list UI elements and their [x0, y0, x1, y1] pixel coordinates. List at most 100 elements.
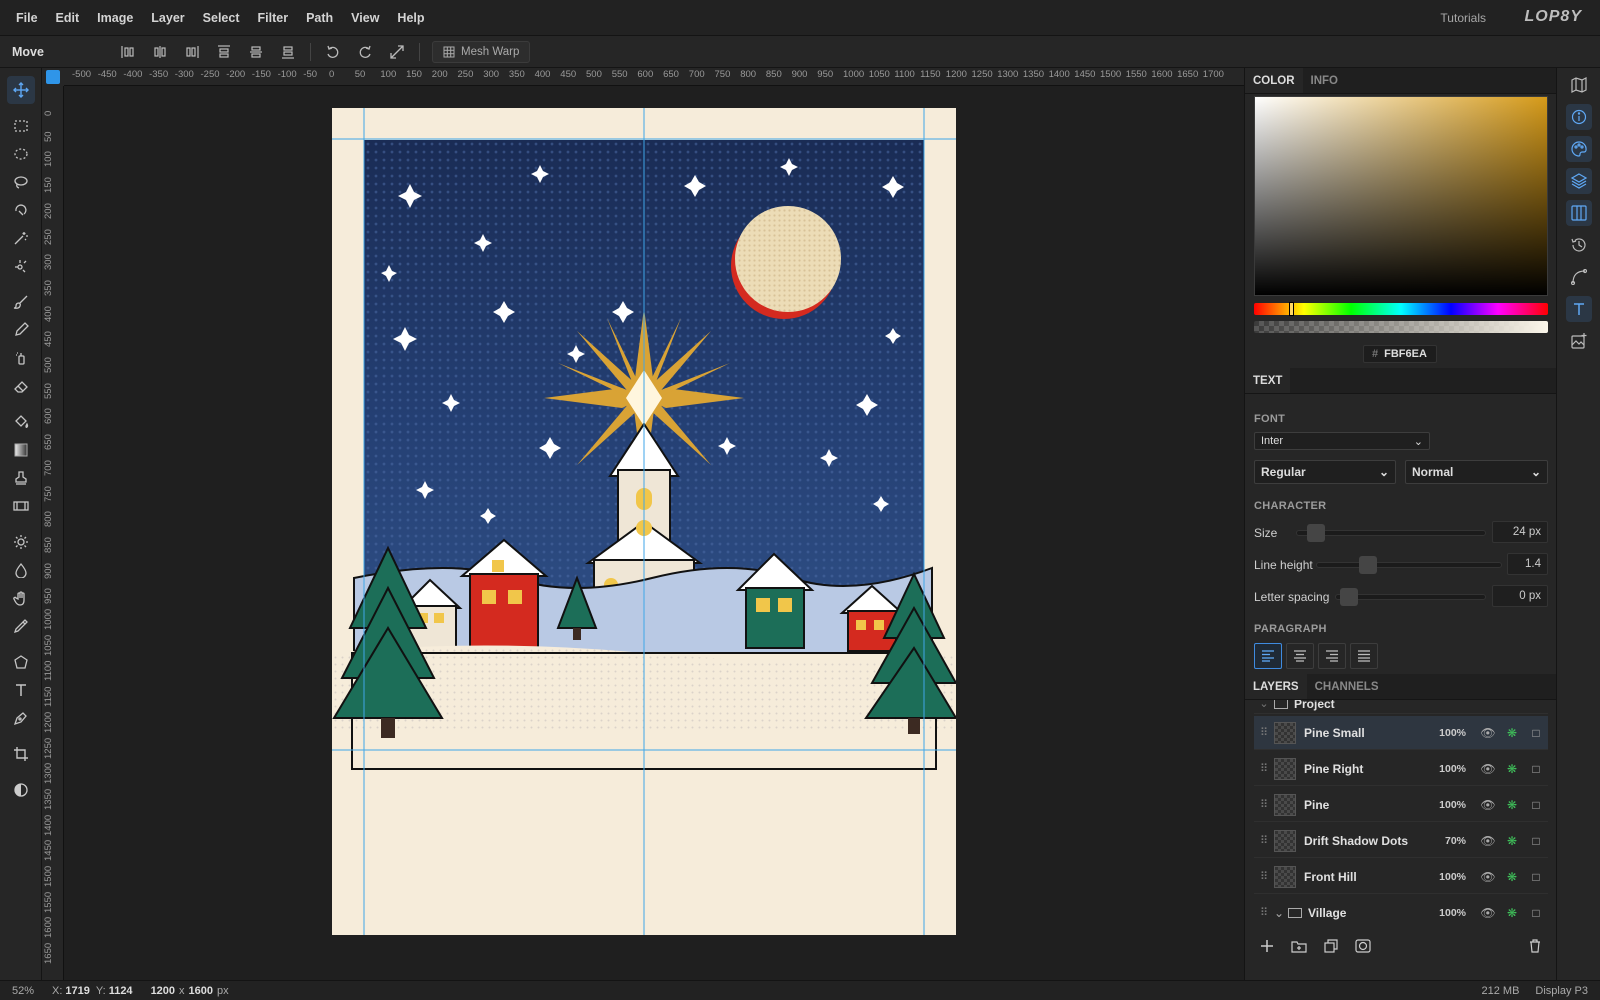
- effects-icon[interactable]: ❋: [1500, 906, 1524, 920]
- type-tool-icon[interactable]: [7, 676, 35, 704]
- size-slider-handle[interactable]: [1307, 524, 1325, 542]
- effects-icon[interactable]: ❋: [1500, 798, 1524, 812]
- alpha-slider[interactable]: [1254, 321, 1548, 333]
- brush-icon[interactable]: [7, 288, 35, 316]
- mesh-warp-button[interactable]: Mesh Warp: [432, 40, 531, 63]
- eye-icon[interactable]: 👁: [1476, 762, 1500, 776]
- layer-group-row[interactable]: ⌄ Project: [1254, 700, 1548, 714]
- blur-drop-icon[interactable]: [7, 556, 35, 584]
- rotate-right-icon[interactable]: [349, 39, 381, 65]
- dodge-icon[interactable]: [7, 528, 35, 556]
- eye-icon[interactable]: 👁: [1476, 870, 1500, 884]
- lock-icon[interactable]: □: [1524, 870, 1548, 884]
- drag-handle-icon[interactable]: ⠿: [1254, 798, 1274, 811]
- map-icon[interactable]: [1566, 72, 1592, 98]
- lasso-icon[interactable]: [7, 168, 35, 196]
- move-tool-icon[interactable]: [7, 76, 35, 104]
- layers-icon[interactable]: [1566, 168, 1592, 194]
- align-left-icon[interactable]: [112, 39, 144, 65]
- tab-color[interactable]: COLOR: [1245, 68, 1303, 93]
- new-group-icon[interactable]: [1287, 934, 1311, 958]
- drag-handle-icon[interactable]: ⠿: [1254, 726, 1274, 739]
- align-right-text-icon[interactable]: [1318, 643, 1346, 669]
- layer-row[interactable]: ⠿ ⌄ Village 100% 👁 ❋ □: [1254, 896, 1548, 922]
- menu-view[interactable]: View: [342, 0, 388, 36]
- line-height-input[interactable]: 1.4: [1507, 553, 1548, 575]
- image-add-icon[interactable]: [1566, 328, 1592, 354]
- menu-edit[interactable]: Edit: [47, 0, 89, 36]
- menu-path[interactable]: Path: [297, 0, 342, 36]
- effects-icon[interactable]: ❋: [1500, 762, 1524, 776]
- eye-icon[interactable]: 👁: [1476, 726, 1500, 740]
- align-right-icon[interactable]: [176, 39, 208, 65]
- quick-select-icon[interactable]: [7, 252, 35, 280]
- lock-icon[interactable]: □: [1524, 726, 1548, 740]
- curve-path-icon[interactable]: [1566, 264, 1592, 290]
- align-bottom-icon[interactable]: [272, 39, 304, 65]
- text-panel-icon[interactable]: [1566, 296, 1592, 322]
- line-height-slider-handle[interactable]: [1359, 556, 1377, 574]
- rect-select-icon[interactable]: [7, 112, 35, 140]
- eye-icon[interactable]: 👁: [1476, 834, 1500, 848]
- layer-row[interactable]: ⠿ Pine 100% 👁 ❋ □: [1254, 788, 1548, 822]
- spray-icon[interactable]: [7, 344, 35, 372]
- effects-icon[interactable]: ❋: [1500, 834, 1524, 848]
- ruler-top[interactable]: -500 -450 -400 -350 -300 -250 -200 -150 -100 -50 0…: [64, 68, 1244, 86]
- lock-icon[interactable]: □: [1524, 834, 1548, 848]
- layer-row[interactable]: ⠿ Drift Shadow Dots 70% 👁 ❋ □: [1254, 824, 1548, 858]
- fit-expand-icon[interactable]: [381, 39, 413, 65]
- contrast-icon[interactable]: [7, 776, 35, 804]
- history-icon[interactable]: [1566, 232, 1592, 258]
- menu-layer[interactable]: Layer: [142, 0, 193, 36]
- hex-value[interactable]: FBF6EA: [1384, 348, 1427, 360]
- font-style-select[interactable]: Normal ⌄: [1405, 460, 1548, 484]
- effects-icon[interactable]: ❋: [1500, 870, 1524, 884]
- palette-icon[interactable]: [1566, 136, 1592, 162]
- align-left-text-icon[interactable]: [1254, 643, 1282, 669]
- align-top-icon[interactable]: [208, 39, 240, 65]
- info-icon[interactable]: [1566, 104, 1592, 130]
- lock-icon[interactable]: □: [1524, 798, 1548, 812]
- pencil-icon[interactable]: [7, 316, 35, 344]
- hand-icon[interactable]: [7, 584, 35, 612]
- font-family-select[interactable]: Inter ⌄: [1254, 432, 1430, 450]
- lock-icon[interactable]: □: [1524, 762, 1548, 776]
- hex-input[interactable]: # FBF6EA: [1363, 345, 1437, 363]
- font-weight-select[interactable]: Regular ⌄: [1254, 460, 1396, 484]
- ruler-origin-marker[interactable]: [46, 70, 60, 84]
- duplicate-icon[interactable]: [1319, 934, 1343, 958]
- drag-handle-icon[interactable]: ⠿: [1254, 870, 1274, 883]
- eye-icon[interactable]: 👁: [1476, 798, 1500, 812]
- drag-handle-icon[interactable]: ⠿: [1254, 762, 1274, 775]
- color-saturation-field[interactable]: [1254, 96, 1548, 296]
- rotate-left-icon[interactable]: [317, 39, 349, 65]
- lock-icon[interactable]: □: [1524, 906, 1548, 920]
- size-slider[interactable]: [1296, 524, 1486, 542]
- filmstrip-icon[interactable]: [7, 492, 35, 520]
- align-middle-icon[interactable]: [240, 39, 272, 65]
- tab-layers[interactable]: LAYERS: [1245, 674, 1307, 699]
- line-height-slider[interactable]: [1316, 556, 1502, 574]
- canvas-area[interactable]: [64, 86, 1244, 980]
- magnetic-lasso-icon[interactable]: [7, 196, 35, 224]
- hue-handle[interactable]: [1288, 302, 1294, 316]
- mask-icon[interactable]: [1351, 934, 1375, 958]
- align-center-text-icon[interactable]: [1286, 643, 1314, 669]
- artboard[interactable]: [332, 108, 956, 935]
- layer-row[interactable]: ⠿ Pine Right 100% 👁 ❋ □: [1254, 752, 1548, 786]
- tutorials-link[interactable]: Tutorials: [1440, 0, 1486, 36]
- tab-channels[interactable]: CHANNELS: [1307, 674, 1387, 699]
- add-layer-icon[interactable]: [1255, 934, 1279, 958]
- trash-icon[interactable]: [1523, 934, 1547, 958]
- pen-tool-icon[interactable]: [7, 704, 35, 732]
- menu-help[interactable]: Help: [388, 0, 433, 36]
- eraser-icon[interactable]: [7, 372, 35, 400]
- justify-text-icon[interactable]: [1350, 643, 1378, 669]
- layers-list[interactable]: ⌄ Project ⠿ Pine Small 100% 👁 ❋ □ ⠿ Pine R…: [1245, 700, 1557, 922]
- menu-select[interactable]: Select: [194, 0, 249, 36]
- effects-icon[interactable]: ❋: [1500, 726, 1524, 740]
- letter-spacing-slider-handle[interactable]: [1340, 588, 1358, 606]
- align-center-h-icon[interactable]: [144, 39, 176, 65]
- ellipse-select-icon[interactable]: [7, 140, 35, 168]
- menu-image[interactable]: Image: [88, 0, 142, 36]
